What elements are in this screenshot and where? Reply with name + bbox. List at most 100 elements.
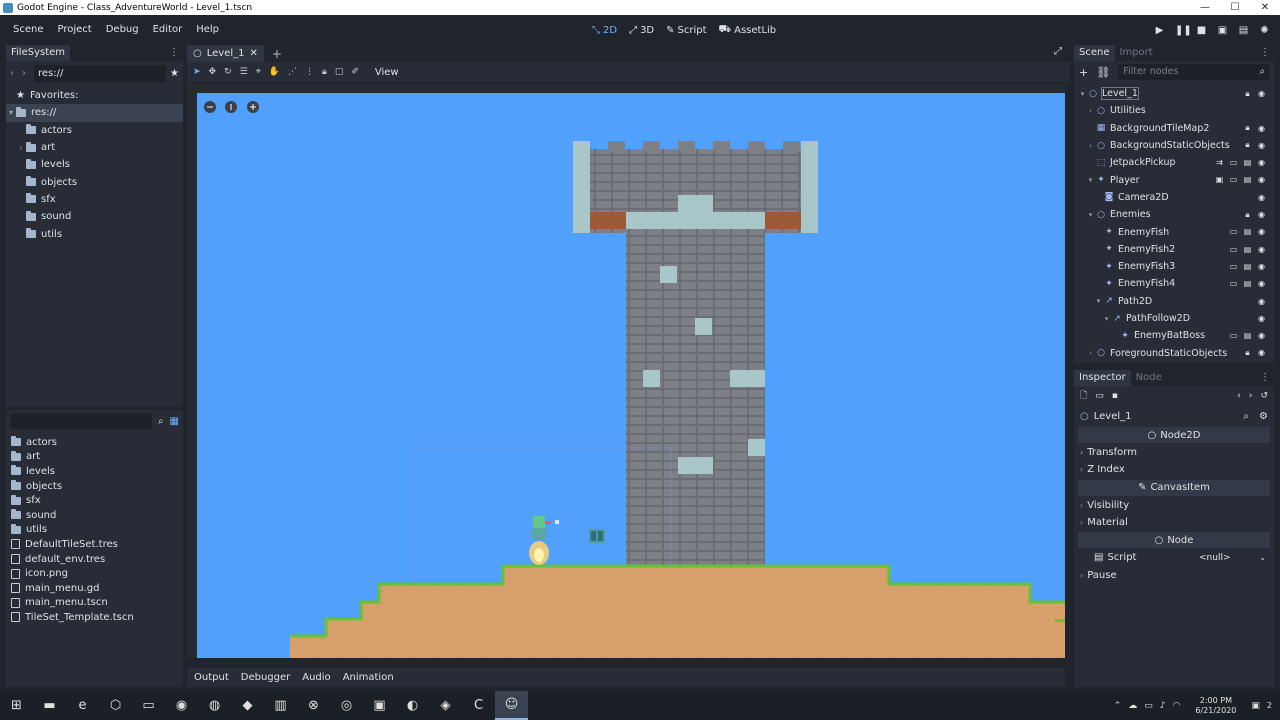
- app-icon[interactable]: ◆: [231, 691, 264, 720]
- xbox-icon[interactable]: ⊗: [297, 691, 330, 720]
- menu-project[interactable]: Project: [51, 15, 99, 45]
- save-icon[interactable]: ▪: [1112, 391, 1118, 401]
- eye-icon[interactable]: ◉: [1257, 141, 1266, 150]
- tree-folder-sfx[interactable]: sfx: [6, 191, 183, 208]
- script-icon[interactable]: ▤: [1243, 245, 1252, 254]
- edge-browser-icon[interactable]: e: [66, 691, 99, 720]
- menu-scene[interactable]: Scene: [6, 15, 51, 45]
- skeleton-icon[interactable]: ✐: [351, 67, 359, 77]
- filter-nodes-input[interactable]: Filter nodes ⌕: [1118, 64, 1269, 80]
- new-resource-icon[interactable]: 🗋: [1080, 388, 1087, 404]
- script-icon[interactable]: ▤: [1243, 331, 1252, 340]
- eye-icon[interactable]: ◉: [1257, 227, 1266, 236]
- instance-icon[interactable]: ▭: [1229, 245, 1238, 254]
- close-icon[interactable]: ✕: [250, 48, 258, 59]
- steam-alt-icon[interactable]: ◐: [396, 691, 429, 720]
- snap-icon[interactable]: ⋰: [288, 67, 297, 77]
- link-instance-icon[interactable]: ⛓: [1096, 66, 1110, 79]
- history-back-icon[interactable]: ‹: [1237, 391, 1241, 401]
- lock-icon[interactable]: 🔒︎: [1243, 123, 1252, 133]
- maximize-button[interactable]: ☐: [1220, 0, 1250, 15]
- scene-node-level_1[interactable]: ▾ ○ Level_1 🔒︎ ◉: [1074, 85, 1274, 102]
- tree-folder-actors[interactable]: actors: [6, 122, 183, 139]
- grid-view-icon[interactable]: ▦: [170, 416, 179, 427]
- notepad-icon[interactable]: ▥: [264, 691, 297, 720]
- tree-folder-art[interactable]: › art: [6, 139, 183, 156]
- distraction-free-icon[interactable]: ⤢: [1054, 46, 1062, 57]
- scene-node-utilities[interactable]: › ○ Utilities: [1074, 102, 1274, 119]
- network-icon[interactable]: ☁: [1128, 701, 1137, 711]
- scene-node-player[interactable]: ▾ ✦ Player ▣ ▭ ▤ ◉: [1074, 171, 1274, 188]
- forward-icon[interactable]: ›: [22, 68, 30, 79]
- scene-node-enemies[interactable]: ▾ ○ Enemies 🔒︎ ◉: [1074, 206, 1274, 223]
- chevron-right-icon[interactable]: ›: [1086, 107, 1095, 115]
- menu-debug[interactable]: Debug: [99, 15, 146, 45]
- main-screen-2d[interactable]: ⤡ 2D: [592, 25, 617, 36]
- search-icon[interactable]: ⌕: [1243, 411, 1249, 422]
- back-icon[interactable]: ‹: [10, 68, 18, 79]
- favorites-row[interactable]: ★ Favorites:: [6, 87, 183, 104]
- property-script[interactable]: ▤ Script <null> ⌄: [1074, 549, 1274, 566]
- stop-icon[interactable]: ■: [1196, 25, 1207, 36]
- add-tab-icon[interactable]: +: [272, 47, 282, 61]
- tree-root-row[interactable]: ▾ res://: [6, 104, 183, 122]
- group-icon[interactable]: ▣: [1215, 175, 1224, 184]
- eye-icon[interactable]: ◉: [1257, 314, 1266, 323]
- tab-animation[interactable]: Animation: [343, 672, 394, 683]
- volume-icon[interactable]: ♪: [1160, 701, 1166, 711]
- group-material[interactable]: › Material: [1074, 514, 1274, 531]
- script-icon[interactable]: ▤: [1243, 227, 1252, 236]
- main-screen-3d[interactable]: ⤢ 3D: [629, 25, 654, 36]
- view-menu[interactable]: View: [375, 67, 399, 78]
- lock-icon[interactable]: 🔒︎: [1243, 348, 1252, 358]
- group-z-index[interactable]: › Z Index: [1074, 461, 1274, 478]
- tray-expand-icon[interactable]: ⌃: [1114, 701, 1122, 711]
- menu-help[interactable]: Help: [189, 15, 226, 45]
- battery-icon[interactable]: ▭: [1144, 701, 1153, 711]
- tab-output[interactable]: Output: [194, 672, 229, 683]
- scene-node-enemybatboss[interactable]: ✦ EnemyBatBoss ▭ ▤ ◉: [1074, 327, 1274, 344]
- notification-icon[interactable]: ▣: [1251, 701, 1260, 711]
- file-list-item[interactable]: main_menu.gd: [6, 581, 183, 596]
- object-properties-icon[interactable]: ⚙: [1259, 411, 1268, 422]
- wifi-icon[interactable]: ◠: [1173, 701, 1181, 711]
- group-transform[interactable]: › Transform: [1074, 444, 1274, 461]
- chevron-down-icon[interactable]: ▾: [1094, 297, 1103, 305]
- eye-icon[interactable]: ◉: [1257, 297, 1266, 306]
- chevron-down-icon[interactable]: ▾: [1078, 90, 1087, 98]
- minimize-button[interactable]: —: [1190, 0, 1220, 15]
- play-custom-scene-icon[interactable]: ▤: [1238, 25, 1249, 36]
- lock-icon[interactable]: 🔒︎: [322, 67, 327, 77]
- scene-node-enemyfish2[interactable]: ✦ EnemyFish2 ▭ ▤ ◉: [1074, 241, 1274, 258]
- eye-icon[interactable]: ◉: [1257, 193, 1266, 202]
- firefox-icon[interactable]: ◍: [198, 691, 231, 720]
- tree-folder-levels[interactable]: levels: [6, 156, 183, 173]
- search-icon[interactable]: ⌕: [158, 416, 164, 427]
- instance-icon[interactable]: ▭: [1229, 331, 1238, 340]
- chevron-right-icon[interactable]: ›: [1086, 349, 1095, 357]
- scene-tab-level-1[interactable]: ○ Level_1 ✕: [187, 45, 264, 62]
- chevron-down-icon[interactable]: ▾: [6, 108, 16, 117]
- history-icon[interactable]: ↺: [1260, 391, 1268, 401]
- file-list-item[interactable]: utils: [6, 523, 183, 538]
- instance-icon[interactable]: ▭: [1229, 262, 1238, 271]
- snap-options-icon[interactable]: ⋮: [305, 67, 314, 77]
- script-icon[interactable]: ▤: [1243, 175, 1252, 184]
- tab-import[interactable]: Import: [1115, 45, 1158, 61]
- eye-icon[interactable]: ◉: [1257, 245, 1266, 254]
- scene-node-enemyfish4[interactable]: ✦ EnemyFish4 ▭ ▤ ◉: [1074, 275, 1274, 292]
- path-field[interactable]: res://: [34, 64, 167, 82]
- canvas-viewport[interactable]: [187, 83, 1065, 658]
- group-icon[interactable]: ▢: [335, 67, 344, 77]
- eye-icon[interactable]: ◉: [1257, 331, 1266, 340]
- tab-scene[interactable]: Scene: [1074, 45, 1115, 61]
- chevron-down-icon[interactable]: ⌄: [1259, 553, 1266, 562]
- file-list-item[interactable]: icon.png: [6, 566, 183, 581]
- lock-icon[interactable]: 🔒︎: [1243, 210, 1252, 220]
- eye-icon[interactable]: ◉: [1257, 262, 1266, 271]
- pause-icon[interactable]: ❚❚: [1175, 25, 1192, 36]
- chevron-right-icon[interactable]: ›: [16, 143, 26, 152]
- scene-node-foregroundstaticobjects[interactable]: › ○ ForegroundStaticObjects 🔒︎ ◉: [1074, 344, 1274, 361]
- close-window-button[interactable]: ✕: [1250, 0, 1280, 15]
- script-icon[interactable]: ▤: [1243, 158, 1252, 167]
